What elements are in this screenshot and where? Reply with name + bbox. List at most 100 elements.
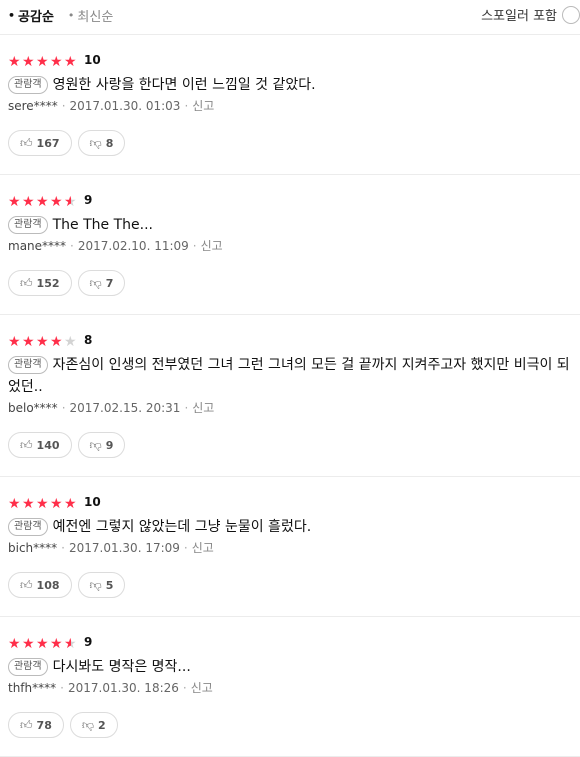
rating-row: ★★★★★ 10 [8,493,572,512]
star-rating: ★★★★★ [8,633,78,652]
rating-row: ★★★★★ 8 [8,331,572,350]
star-icon: ★ [50,53,63,70]
like-button[interactable]: 👍︎ 108 [8,572,72,598]
star-icon: ★ [8,333,21,350]
like-count: 167 [36,136,60,150]
dislike-count: 9 [105,438,114,452]
spoiler-toggle[interactable]: 스포일러 포함 [481,5,580,24]
dislike-button[interactable]: 👎︎ 2 [69,712,118,738]
dislike-button[interactable]: 👎︎ 9 [77,432,126,458]
score-value: 10 [84,495,101,509]
like-button[interactable]: 👍︎ 140 [8,432,72,458]
meta-separator: · [184,99,189,113]
like-button[interactable]: 👍︎ 152 [8,270,72,296]
reaction-buttons: 👍︎ 108 👎︎ 5 [8,572,572,598]
report-link[interactable]: 신고 [201,239,223,253]
review-item: ★★★★★ 9 관람객 다시봐도 명작은 명작... thfh**** · 2017.… [0,634,580,757]
star-icon: ★ [22,333,35,350]
meta-separator: · [61,541,65,555]
star-icon: ★ [50,193,63,210]
meta-separator: · [192,239,197,253]
meta-separator: · [183,541,188,555]
star-icon: ★ [8,635,21,652]
star-rating: ★★★★★ [8,331,78,350]
thumbs-down-icon: 👎︎ [89,275,102,290]
like-count: 140 [36,438,60,452]
review-date: 2017.01.30. 17:09 [68,541,180,555]
thumbs-up-icon: 👍︎ [20,577,33,592]
review-meta: belo**** · 2017.02.15. 20:31 · 신고 [8,399,572,416]
username: bich**** [8,541,58,555]
dislike-button[interactable]: 👎︎ 8 [77,130,126,156]
star-icon: ★ [8,53,21,70]
sort-bar: • 공감순 • 최신순 스포일러 포함 [0,0,580,35]
star-icon: ★ [64,193,77,210]
star-icon: ★ [64,53,77,70]
star-icon: ★ [36,193,49,210]
report-link[interactable]: 신고 [192,99,214,113]
review-text: 영원한 사랑을 한다면 이런 느낌일 것 같았다. [52,77,316,93]
review-text: The The The... [52,217,153,233]
report-link[interactable]: 신고 [192,401,214,415]
meta-separator: · [60,681,64,695]
dislike-count: 8 [105,136,114,150]
star-icon: ★ [22,193,35,210]
thumbs-down-icon: 👎︎ [89,577,102,592]
like-button[interactable]: 👍︎ 167 [8,130,72,156]
rating-row: ★★★★★ 9 [8,633,572,652]
bullet: • [67,9,75,22]
meta-separator: · [182,681,187,695]
star-icon: ★ [22,635,35,652]
meta-separator: · [184,401,189,415]
meta-separator: · [61,401,66,415]
viewer-badge: 관람객 [8,216,48,234]
bullet: • [8,9,16,22]
review-date: 2017.01.30. 01:03 [69,99,181,113]
spoiler-label: 스포일러 포함 [481,9,557,24]
spoiler-radio[interactable] [562,5,580,24]
rating-row: ★★★★★ 10 [8,51,572,70]
reaction-buttons: 👍︎ 167 👎︎ 8 [8,130,572,156]
star-icon: ★ [36,53,49,70]
like-count: 108 [36,578,60,592]
score-value: 9 [84,635,93,649]
dislike-count: 5 [105,578,114,592]
dislike-button[interactable]: 👎︎ 5 [77,572,126,598]
review-text-row: 관람객 영원한 사랑을 한다면 이런 느낌일 것 같았다. [8,74,572,96]
viewer-badge: 관람객 [8,356,48,374]
sort-by-likes-label: 공감순 [18,10,54,25]
score-value: 9 [84,193,93,207]
score-value: 8 [84,333,93,347]
review-item: ★★★★★ 9 관람객 The The The... mane**** · 2017.… [0,192,580,315]
review-date: 2017.02.10. 11:09 [77,239,189,253]
dislike-button[interactable]: 👎︎ 7 [77,270,126,296]
review-meta: sere**** · 2017.01.30. 01:03 · 신고 [8,97,572,114]
viewer-badge: 관람객 [8,76,48,94]
reaction-buttons: 👍︎ 140 👎︎ 9 [8,432,572,458]
star-icon: ★ [50,333,63,350]
sort-options: • 공감순 • 최신순 [8,6,113,25]
star-icon: ★ [64,495,77,512]
review-date: 2017.01.30. 18:26 [67,681,179,695]
dislike-count: 2 [98,718,106,732]
star-icon: ★ [36,495,49,512]
star-rating: ★★★★★ [8,51,78,70]
star-icon: ★ [50,635,63,652]
like-count: 152 [36,276,60,290]
like-count: 78 [36,718,52,732]
review-text: 다시봐도 명작은 명작... [52,659,191,675]
thumbs-up-icon: 👍︎ [20,135,33,150]
sort-by-likes[interactable]: • 공감순 [8,6,54,25]
username: belo**** [8,401,58,415]
report-link[interactable]: 신고 [191,681,213,695]
viewer-badge: 관람객 [8,518,48,536]
review-text: 예전엔 그렇지 않았는데 그냥 눈물이 흘렀다. [52,519,312,535]
sort-by-latest[interactable]: • 최신순 [68,6,113,25]
review-meta: bich**** · 2017.01.30. 17:09 · 신고 [8,539,572,556]
review-meta: thfh**** · 2017.01.30. 18:26 · 신고 [8,679,572,696]
star-rating: ★★★★★ [8,493,78,512]
report-link[interactable]: 신고 [192,541,214,555]
star-icon: ★ [50,495,63,512]
like-button[interactable]: 👍︎ 78 [8,712,64,738]
reaction-buttons: 👍︎ 78 👎︎ 2 [8,712,572,738]
